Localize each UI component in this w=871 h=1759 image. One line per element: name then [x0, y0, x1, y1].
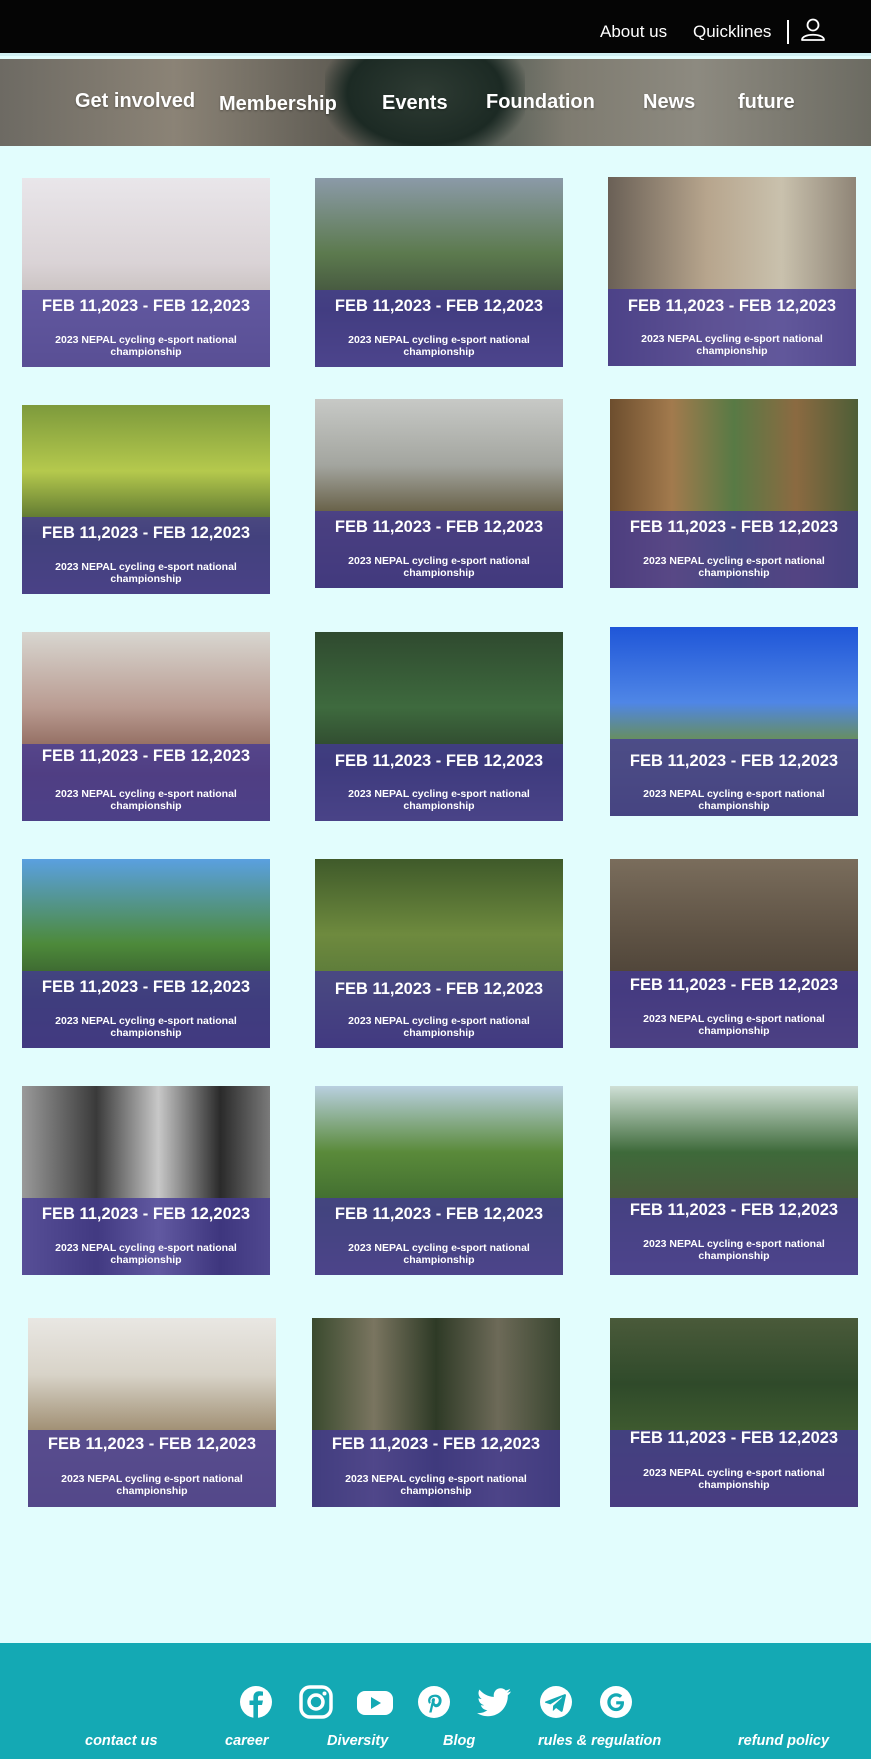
event-title: 2023 NEPAL cycling e-sport national cham…: [643, 1238, 825, 1262]
event-title: 2023 NEPAL cycling e-sport national cham…: [643, 788, 825, 812]
event-date: FEB 11,2023 - FEB 12,2023: [41, 978, 251, 996]
footer-blog[interactable]: Blog: [443, 1733, 475, 1749]
event-card[interactable]: FEB 11,2023 - FEB 12,2023 2023 NEPAL cyc…: [608, 177, 856, 366]
event-title: 2023 NEPAL cycling e-sport national cham…: [348, 1015, 530, 1039]
event-card[interactable]: FEB 11,2023 - FEB 12,2023 2023 NEPAL cyc…: [315, 632, 563, 821]
facebook-icon[interactable]: [236, 1685, 276, 1719]
event-title: 2023 NEPAL cycling e-sport national cham…: [61, 1473, 243, 1497]
event-card[interactable]: FEB 11,2023 - FEB 12,2023 2023 NEPAL cyc…: [22, 405, 270, 594]
event-date: FEB 11,2023 - FEB 12,2023: [334, 518, 544, 536]
footer-refund-policy[interactable]: refund policy: [738, 1733, 829, 1749]
event-date: FEB 11,2023 - FEB 12,2023: [629, 1429, 839, 1447]
top-bar: About us Quicklines: [0, 0, 871, 56]
event-title: 2023 NEPAL cycling e-sport national cham…: [55, 561, 237, 585]
event-date: FEB 11,2023 - FEB 12,2023: [334, 752, 544, 770]
nav-events[interactable]: Events: [382, 92, 448, 115]
event-title: 2023 NEPAL cycling e-sport national cham…: [348, 555, 530, 579]
event-date: FEB 11,2023 - FEB 12,2023: [334, 980, 544, 998]
event-card[interactable]: FEB 11,2023 - FEB 12,2023 2023 NEPAL cyc…: [315, 399, 563, 588]
nav-future[interactable]: future: [738, 91, 795, 114]
event-date: FEB 11,2023 - FEB 12,2023: [41, 747, 251, 765]
event-title: 2023 NEPAL cycling e-sport national cham…: [348, 1242, 530, 1266]
nav-membership[interactable]: Membership: [219, 93, 337, 116]
event-title: 2023 NEPAL cycling e-sport national cham…: [348, 334, 530, 358]
footer-contact-us[interactable]: contact us: [85, 1733, 158, 1749]
event-date: FEB 11,2023 - FEB 12,2023: [41, 524, 251, 542]
event-card[interactable]: FEB 11,2023 - FEB 12,2023 2023 NEPAL cyc…: [610, 399, 858, 588]
event-date: FEB 11,2023 - FEB 12,2023: [334, 297, 544, 315]
event-date: FEB 11,2023 - FEB 12,2023: [331, 1435, 541, 1453]
event-date: FEB 11,2023 - FEB 12,2023: [41, 1205, 251, 1223]
footer: contact us career Diversity Blog rules &…: [0, 1643, 871, 1759]
user-icon[interactable]: [800, 18, 826, 42]
event-card[interactable]: FEB 11,2023 - FEB 12,2023 2023 NEPAL cyc…: [315, 859, 563, 1048]
event-title: 2023 NEPAL cycling e-sport national cham…: [55, 334, 237, 358]
event-date: FEB 11,2023 - FEB 12,2023: [629, 752, 839, 770]
event-title: 2023 NEPAL cycling e-sport national cham…: [345, 1473, 527, 1497]
header-divider: [787, 20, 789, 44]
nav-news[interactable]: News: [643, 91, 695, 114]
nav-get-involved[interactable]: Get involved: [75, 90, 195, 113]
event-title: 2023 NEPAL cycling e-sport national cham…: [641, 333, 823, 357]
event-title: 2023 NEPAL cycling e-sport national cham…: [55, 1242, 237, 1266]
twitter-icon[interactable]: [474, 1685, 514, 1719]
event-card[interactable]: FEB 11,2023 - FEB 12,2023 2023 NEPAL cyc…: [610, 1318, 858, 1507]
event-card[interactable]: FEB 11,2023 - FEB 12,2023 2023 NEPAL cyc…: [22, 178, 270, 367]
event-card[interactable]: FEB 11,2023 - FEB 12,2023 2023 NEPAL cyc…: [610, 1086, 858, 1275]
event-card[interactable]: FEB 11,2023 - FEB 12,2023 2023 NEPAL cyc…: [315, 178, 563, 367]
event-card[interactable]: FEB 11,2023 - FEB 12,2023 2023 NEPAL cyc…: [312, 1318, 560, 1507]
event-card[interactable]: FEB 11,2023 - FEB 12,2023 2023 NEPAL cyc…: [22, 859, 270, 1048]
instagram-icon[interactable]: [296, 1685, 336, 1719]
nav-foundation[interactable]: Foundation: [486, 91, 595, 114]
event-date: FEB 11,2023 - FEB 12,2023: [41, 297, 251, 315]
event-date: FEB 11,2023 - FEB 12,2023: [47, 1435, 257, 1453]
telegram-icon[interactable]: [536, 1685, 576, 1719]
event-date: FEB 11,2023 - FEB 12,2023: [629, 976, 839, 994]
event-card[interactable]: FEB 11,2023 - FEB 12,2023 2023 NEPAL cyc…: [610, 859, 858, 1048]
footer-career[interactable]: career: [225, 1733, 269, 1749]
event-date: FEB 11,2023 - FEB 12,2023: [627, 297, 837, 315]
event-title: 2023 NEPAL cycling e-sport national cham…: [643, 555, 825, 579]
event-card[interactable]: FEB 11,2023 - FEB 12,2023 2023 NEPAL cyc…: [315, 1086, 563, 1275]
footer-rules-regulation[interactable]: rules & regulation: [538, 1733, 661, 1749]
event-title: 2023 NEPAL cycling e-sport national cham…: [55, 788, 237, 812]
event-card[interactable]: FEB 11,2023 - FEB 12,2023 2023 NEPAL cyc…: [22, 1086, 270, 1275]
google-icon[interactable]: [596, 1685, 636, 1719]
main-nav: Get involved Membership Events Foundatio…: [0, 59, 871, 146]
event-date: FEB 11,2023 - FEB 12,2023: [629, 1201, 839, 1219]
event-card[interactable]: FEB 11,2023 - FEB 12,2023 2023 NEPAL cyc…: [610, 627, 858, 816]
quicklines-link[interactable]: Quicklines: [693, 22, 771, 42]
event-card[interactable]: FEB 11,2023 - FEB 12,2023 2023 NEPAL cyc…: [28, 1318, 276, 1507]
youtube-icon[interactable]: [355, 1685, 395, 1719]
event-title: 2023 NEPAL cycling e-sport national cham…: [643, 1013, 825, 1037]
event-title: 2023 NEPAL cycling e-sport national cham…: [643, 1467, 825, 1491]
event-title: 2023 NEPAL cycling e-sport national cham…: [348, 788, 530, 812]
event-title: 2023 NEPAL cycling e-sport national cham…: [55, 1015, 237, 1039]
footer-diversity[interactable]: Diversity: [327, 1733, 388, 1749]
event-date: FEB 11,2023 - FEB 12,2023: [629, 518, 839, 536]
event-date: FEB 11,2023 - FEB 12,2023: [334, 1205, 544, 1223]
pinterest-icon[interactable]: [414, 1685, 454, 1719]
about-us-link[interactable]: About us: [600, 22, 667, 42]
event-card[interactable]: FEB 11,2023 - FEB 12,2023 2023 NEPAL cyc…: [22, 632, 270, 821]
